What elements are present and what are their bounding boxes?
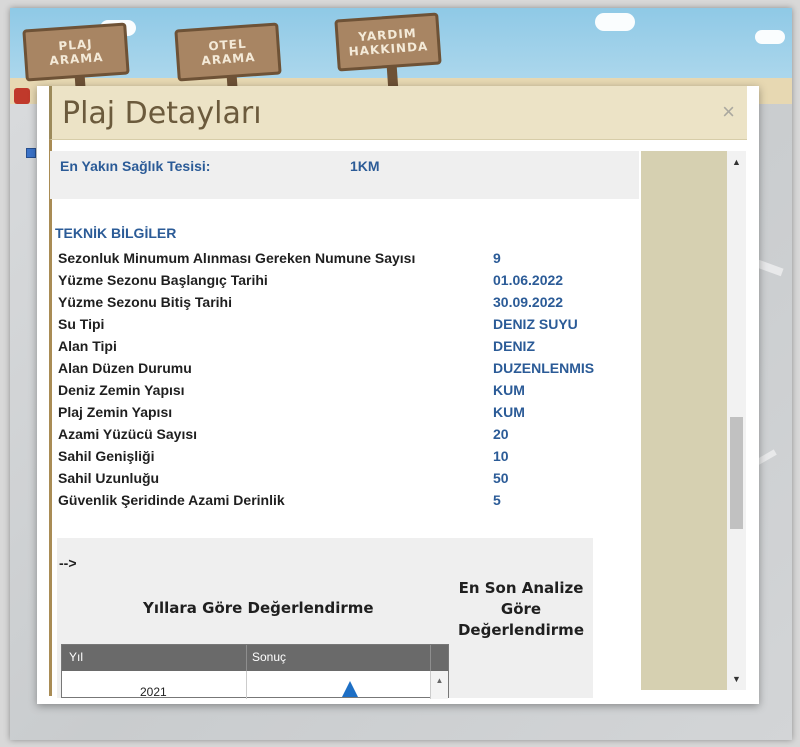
tech-row: Alan Tipi DENIZ xyxy=(58,338,618,360)
beach-search-sign[interactable]: PLAJ ARAMA xyxy=(22,22,130,102)
hotel-search-sign[interactable]: OTEL ARAMA xyxy=(174,22,282,102)
help-about-label: YARDIM HAKKINDA xyxy=(348,25,429,59)
column-header-year[interactable]: Yıl xyxy=(69,650,83,664)
tech-row: Deniz Zemin Yapısı KUM xyxy=(58,382,618,404)
tech-row-label: Alan Tipi xyxy=(58,338,117,354)
grid-scroll-up-icon[interactable]: ▲ xyxy=(430,671,448,699)
tech-row-label: Su Tipi xyxy=(58,316,105,332)
latest-analysis-title: En Son Analize Göre Değerlendirme xyxy=(457,579,584,639)
side-panel xyxy=(641,151,727,690)
result-flag-icon xyxy=(342,681,358,697)
tech-row: Yüzme Sezonu Bitiş Tarihi 30.09.2022 xyxy=(58,294,618,316)
tech-row: Sezonluk Minumum Alınması Gereken Numune… xyxy=(58,250,618,272)
modal-title: Plaj Detayları xyxy=(62,96,262,131)
technical-info-title: TEKNİK BİLGİLER xyxy=(55,225,177,241)
hotel-search-label: OTEL ARAMA xyxy=(201,36,256,68)
beach-details-modal: Plaj Detayları × En Yakın Sağlık Tesisi:… xyxy=(37,86,759,704)
modal-scrollbar[interactable]: ▲ ▼ xyxy=(727,151,746,690)
tech-row-label: Sezonluk Minumum Alınması Gereken Numune… xyxy=(58,250,416,266)
table-cell-year: 2021 xyxy=(140,685,167,699)
tech-row-value: 10 xyxy=(493,448,509,464)
yearly-evaluation-title: Yıllara Göre Değerlendirme xyxy=(143,599,374,617)
tech-row-label: Alan Düzen Durumu xyxy=(58,360,192,376)
tech-row: Plaj Zemin Yapısı KUM xyxy=(58,404,618,426)
tech-row-value: KUM xyxy=(493,404,525,420)
map-tool-icon[interactable] xyxy=(14,88,30,104)
tech-row-label: Plaj Zemin Yapısı xyxy=(58,404,173,420)
tech-row: Azami Yüzücü Sayısı 20 xyxy=(58,426,618,448)
tech-row-label: Sahil Genişliği xyxy=(58,448,155,464)
health-facility-label: En Yakın Sağlık Tesisi: xyxy=(60,158,211,174)
tech-row-value: 01.06.2022 xyxy=(493,272,564,288)
tech-row-value: KUM xyxy=(493,382,525,398)
help-about-sign[interactable]: YARDIM HAKKINDA xyxy=(334,12,442,92)
tech-row: Su Tipi DENIZ SUYU xyxy=(58,316,618,338)
tech-row: Sahil Genişliği 10 xyxy=(58,448,618,470)
tech-row-value: 30.09.2022 xyxy=(493,294,564,310)
tech-row-label: Sahil Uzunluğu xyxy=(58,470,160,486)
tech-row-label: Azami Yüzücü Sayısı xyxy=(58,426,198,442)
health-facility-box: En Yakın Sağlık Tesisi: 1KM xyxy=(50,151,639,199)
cloud xyxy=(595,13,635,31)
yearly-results-grid: Yıl Sonuç 2021 ▲ xyxy=(61,644,449,699)
close-icon[interactable]: × xyxy=(722,100,735,124)
tech-row-value: 9 xyxy=(493,250,501,266)
health-facility-value: 1KM xyxy=(350,158,380,174)
tech-row: Alan Düzen Durumu DUZENLENMIS xyxy=(58,360,618,382)
column-header-result[interactable]: Sonuç xyxy=(252,650,286,664)
tech-row-label: Güvenlik Şeridinde Azami Derinlik xyxy=(58,492,285,508)
tech-row-value: DENIZ xyxy=(493,338,535,354)
scroll-up-icon[interactable]: ▲ xyxy=(727,153,746,171)
tech-row-value: 50 xyxy=(493,470,509,486)
tech-row-label: Yüzme Sezonu Bitiş Tarihi xyxy=(58,294,232,310)
tech-row-label: Deniz Zemin Yapısı xyxy=(58,382,185,398)
layer-checkbox[interactable] xyxy=(26,148,36,158)
tech-row-value: DUZENLENMIS xyxy=(493,360,595,376)
tech-row-value: 20 xyxy=(493,426,509,442)
tech-row: Sahil Uzunluğu 50 xyxy=(58,470,618,492)
evaluation-section: --> Yıllara Göre Değerlendirme En Son An… xyxy=(57,538,593,699)
beach-search-label: PLAJ ARAMA xyxy=(49,36,104,68)
tech-row-label: Yüzme Sezonu Başlangıç Tarihi xyxy=(58,272,268,288)
cloud xyxy=(755,30,785,44)
tech-row: Yüzme Sezonu Başlangıç Tarihi 01.06.2022 xyxy=(58,272,618,294)
scroll-thumb[interactable] xyxy=(730,417,743,529)
tech-row: Güvenlik Şeridinde Azami Derinlik 5 xyxy=(58,492,618,514)
arrow-text: --> xyxy=(59,555,77,571)
modal-header: Plaj Detayları × xyxy=(49,86,747,140)
tech-row-value: DENIZ SUYU xyxy=(493,316,578,332)
grid-header: Yıl Sonuç xyxy=(62,645,448,671)
scroll-down-icon[interactable]: ▼ xyxy=(727,670,746,688)
tech-row-value: 5 xyxy=(493,492,501,508)
